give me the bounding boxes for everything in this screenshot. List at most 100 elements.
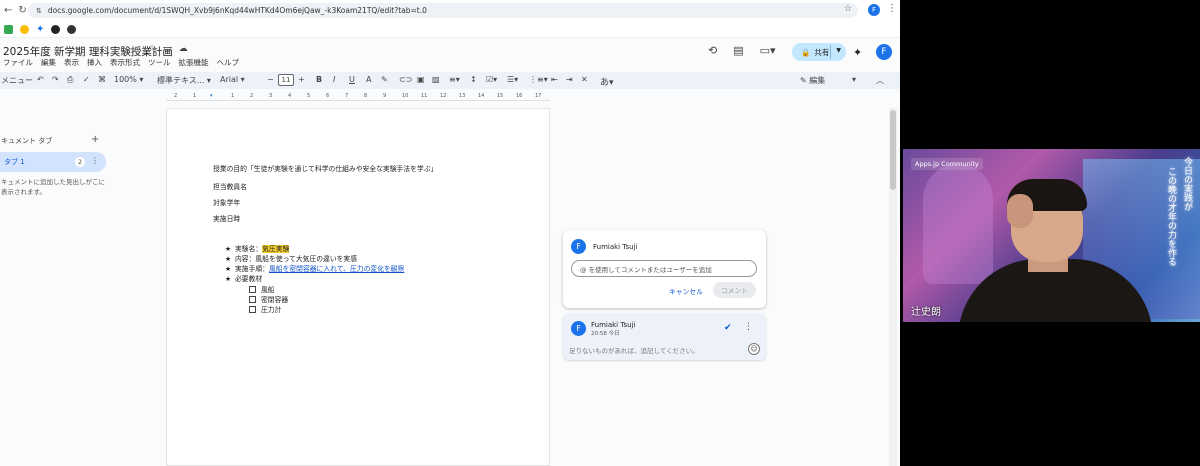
link-icon[interactable]: ⊂⊃ — [399, 75, 412, 84]
star-icon[interactable]: ☆ — [148, 44, 156, 54]
indent-marker-icon[interactable]: ▾ — [210, 93, 213, 99]
checklist-item[interactable]: 圧力計 — [249, 304, 281, 314]
tab-options-icon[interactable]: ⋮ — [91, 156, 99, 165]
participant-name: 辻史朗 — [911, 307, 941, 318]
style-select[interactable]: 標準テキス... ▾ — [157, 75, 211, 86]
print-icon[interactable]: ⎙ — [67, 75, 73, 85]
comment-author-avatar: F — [571, 239, 586, 254]
bookmark-drive-icon[interactable] — [20, 24, 29, 34]
menu-help[interactable]: ヘルプ — [217, 57, 240, 68]
teacher-paragraph[interactable]: 担当教員名 — [213, 181, 247, 191]
checklist-label: 圧力計 — [261, 306, 282, 314]
menu-extensions[interactable]: 拡張機能 — [179, 57, 209, 68]
checkbox[interactable] — [249, 306, 256, 313]
font-select[interactable]: Arial ▾ — [220, 75, 245, 84]
checklist-item[interactable]: 風船 — [249, 284, 275, 294]
share-dropdown-icon[interactable]: ▼ — [836, 47, 841, 54]
browser-profile-avatar[interactable]: F — [868, 4, 880, 16]
comment-options-icon[interactable]: ⋮ — [744, 322, 753, 332]
numbered-list-icon[interactable]: ⋮≡▾ — [529, 75, 548, 84]
grade-paragraph[interactable]: 対象学年 — [213, 197, 240, 207]
bookmark-openai-icon[interactable] — [67, 24, 77, 34]
emoji-reaction-icon[interactable]: ☺ — [748, 343, 760, 355]
comments-icon[interactable]: ▤ — [733, 44, 743, 57]
list-item[interactable]: ★ 必要教材 — [225, 273, 262, 283]
menu-format[interactable]: 表示形式 — [110, 57, 140, 68]
bulleted-list-icon[interactable]: ☰▾ — [507, 75, 518, 84]
bookmark-star-icon[interactable]: ☆ — [844, 4, 852, 14]
editing-mode-select[interactable]: ✎ 編集 — [800, 75, 825, 86]
menus-search[interactable]: メニュー — [1, 75, 33, 86]
history-icon[interactable]: ⟲ — [708, 44, 717, 57]
mode-dropdown-icon[interactable]: ▾ — [852, 75, 856, 84]
scrollbar-thumb[interactable] — [890, 110, 896, 190]
checklist-icon[interactable]: ☑▾ — [486, 75, 497, 84]
italic-icon[interactable]: I — [333, 75, 335, 84]
comment-submit-button[interactable]: コメント — [713, 282, 756, 298]
menu-file[interactable]: ファイル — [3, 57, 33, 68]
list-item[interactable]: ★ 実施手順：風船を密閉容器に入れて、圧力の変化を観察 — [225, 263, 404, 273]
gemini-icon[interactable]: ✦ — [853, 46, 862, 59]
user-avatar[interactable]: F — [876, 44, 892, 60]
zoom-select[interactable]: 100% ▾ — [114, 75, 143, 84]
checkbox[interactable] — [249, 296, 256, 303]
share-button[interactable]: 🔒 共有 ▼ — [792, 43, 846, 61]
highlight-icon[interactable]: ✎ — [381, 75, 388, 84]
spellcheck-icon[interactable]: ✓ — [83, 75, 90, 84]
font-size-input[interactable]: 11 — [278, 74, 294, 86]
site-info-icon[interactable]: ⇅ — [36, 7, 42, 15]
checkbox[interactable] — [249, 286, 256, 293]
insert-image-icon[interactable]: ▨ — [432, 75, 440, 84]
document-page[interactable]: 授業の目的「生徒が実験を通じて科学の仕組みや安全な実験手法を学ぶ」 担当教員名 … — [166, 108, 550, 466]
list-item[interactable]: ★ 内容：風船を使って大気圧の違いを実感 — [225, 253, 357, 263]
browser-menu-icon[interactable]: ⋮ — [887, 3, 897, 14]
item-value-link[interactable]: 風船を密閉容器に入れて、圧力の変化を観察 — [269, 265, 404, 273]
collapse-menu-icon[interactable]: ︿ — [876, 75, 884, 86]
add-comment-icon[interactable]: ▣ — [417, 75, 425, 84]
menu-view[interactable]: 表示 — [64, 57, 79, 68]
sidebar-tab-1[interactable]: タブ 1 2 ⋮ — [0, 152, 106, 172]
font-size-decrease-icon[interactable]: − — [267, 75, 274, 84]
paint-format-icon[interactable]: ⌘ — [98, 75, 106, 84]
reply-input[interactable]: 足りないものがあれば、追記してください。 — [569, 345, 699, 355]
comment-input[interactable]: @ を使用してコメントまたはユーザーを追加 — [571, 260, 757, 277]
bookmark-plus-icon[interactable]: ✦ — [36, 24, 44, 35]
cloud-status-icon[interactable]: ☁ — [179, 44, 188, 54]
bookmark-sheets-icon[interactable] — [4, 24, 13, 34]
underline-icon[interactable]: U — [349, 75, 355, 84]
undo-icon[interactable]: ↶ — [37, 75, 44, 84]
checklist-item[interactable]: 密閉容器 — [249, 294, 288, 304]
line-spacing-icon[interactable]: ↕ — [470, 75, 477, 84]
menu-insert[interactable]: 挿入 — [87, 57, 102, 68]
increase-indent-icon[interactable]: ⇥ — [566, 75, 573, 84]
align-icon[interactable]: ≡▾ — [449, 75, 460, 84]
font-size-increase-icon[interactable]: + — [298, 75, 305, 84]
decrease-indent-icon[interactable]: ⇤ — [551, 75, 558, 84]
back-icon[interactable]: ← — [4, 5, 12, 16]
menu-tools[interactable]: ツール — [148, 57, 171, 68]
text-color-icon[interactable]: A — [366, 75, 371, 84]
reload-icon[interactable]: ↻ — [18, 5, 26, 16]
comment-author: Fumiaki Tsuji — [591, 321, 636, 329]
input-tools-icon[interactable]: あ▾ — [600, 75, 614, 88]
vertical-scrollbar[interactable] — [889, 108, 897, 466]
list-item[interactable]: ★ 実験名：気圧実験 — [225, 243, 290, 253]
posted-comment-card[interactable]: F Fumiaki Tsuji 20:58 今日 ✔ ⋮ 足りないものがあれば、… — [563, 313, 766, 360]
resolve-check-icon[interactable]: ✔ — [724, 323, 732, 333]
bookmark-github-icon[interactable] — [51, 24, 61, 34]
date-paragraph[interactable]: 実施日時 — [213, 213, 240, 223]
star-bullet-icon: ★ — [225, 275, 232, 283]
sidebar-heading: キュメント タブ — [1, 137, 53, 145]
clear-formatting-icon[interactable]: ✕ — [581, 75, 588, 84]
cancel-button[interactable]: キャンセル — [669, 286, 703, 296]
menu-edit[interactable]: 編集 — [41, 57, 56, 68]
purpose-paragraph[interactable]: 授業の目的「生徒が実験を通じて科学の仕組みや安全な実験手法を学ぶ」 — [213, 163, 437, 173]
address-bar[interactable]: ⇅ docs.google.com/document/d/1SWQH_Xvb9j… — [28, 3, 858, 18]
bold-icon[interactable]: B — [316, 75, 322, 84]
meet-icon[interactable]: ▭▾ — [760, 44, 776, 57]
new-comment-card[interactable]: F Fumiaki Tsuji @ を使用してコメントまたはユーザーを追加 キャ… — [563, 230, 766, 308]
horizontal-ruler[interactable]: 2 1 ▾ 1 2 3 4 5 6 7 8 9 10 11 12 13 14 1… — [166, 91, 550, 101]
add-tab-icon[interactable]: + — [91, 134, 99, 145]
redo-icon[interactable]: ↷ — [52, 75, 59, 84]
move-folder-icon[interactable]: ▭ — [163, 44, 172, 54]
